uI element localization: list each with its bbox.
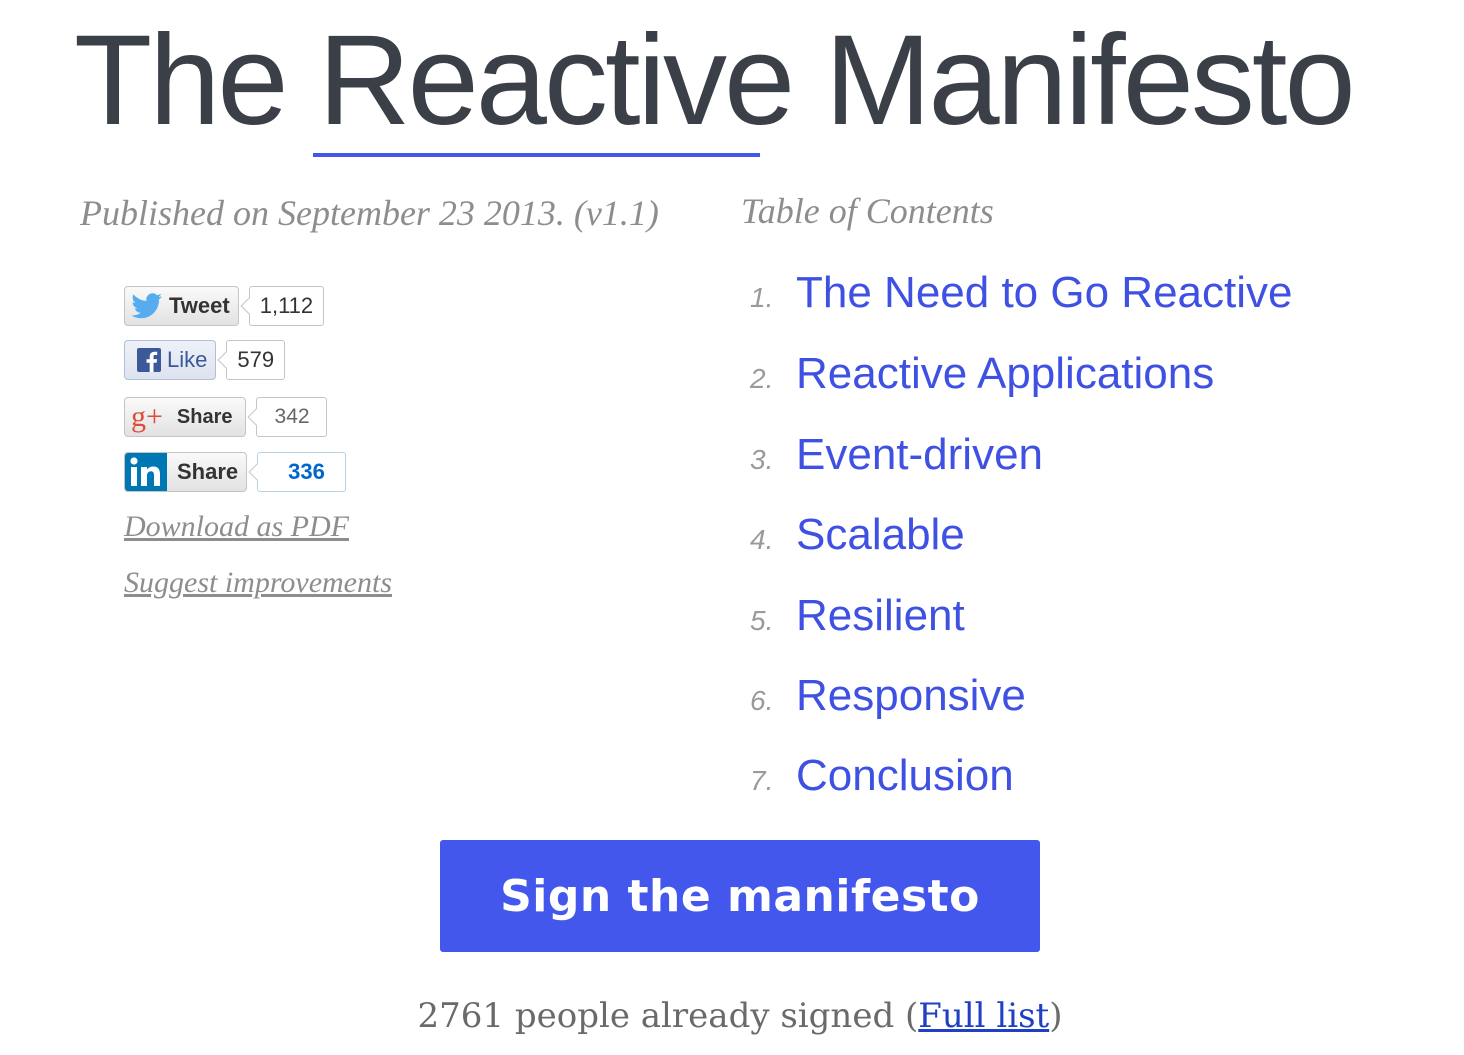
toc-item: 4. Scalable	[750, 510, 965, 570]
google-plus-share-button[interactable]: g+ Share	[124, 397, 246, 437]
title-manifesto: Manifesto	[792, 9, 1356, 152]
published-date: Published on September 23 2013. (v1.1)	[80, 193, 659, 233]
toc-item-number: 2.	[750, 363, 774, 394]
toc-item-number: 7.	[750, 765, 774, 796]
google-plus-count: 342	[255, 397, 327, 437]
toc-item-number: 6.	[750, 685, 774, 716]
toc-link-responsive[interactable]: Responsive	[796, 671, 1026, 720]
toc-item-number: 1.	[750, 282, 774, 313]
facebook-like-button[interactable]: Like	[124, 340, 217, 380]
toc-item: 7. Conclusion	[750, 751, 1014, 811]
signed-count-text: 2761 people already signed (Full list)	[0, 996, 1464, 1036]
tweet-label: Tweet	[169, 293, 230, 318]
title-the: The	[74, 9, 319, 152]
title-reactive: Reactive	[318, 9, 795, 152]
tweet-button[interactable]: Tweet	[124, 286, 239, 326]
page-title: The Reactive Manifesto	[74, 6, 1356, 156]
toc-link-scalable[interactable]: Scalable	[796, 510, 965, 559]
linkedin-count: 336	[257, 452, 346, 492]
full-list-link[interactable]: Full list	[918, 996, 1049, 1036]
google-plus-widget: g+ Share 342	[124, 396, 327, 438]
download-pdf-link[interactable]: Download as PDF	[124, 510, 349, 544]
toc-item-number: 3.	[750, 444, 774, 475]
toc-item: 1. The Need to Go Reactive	[750, 268, 1292, 328]
google-plus-icon: g+	[131, 400, 163, 433]
toc-item: 6. Responsive	[750, 671, 1026, 731]
tweet-count: 1,112	[248, 286, 325, 326]
toc-link-reactive-applications[interactable]: Reactive Applications	[796, 349, 1214, 398]
facebook-icon	[137, 348, 161, 372]
suggest-improvements-link[interactable]: Suggest improvements	[124, 566, 392, 600]
linkedin-share-button[interactable]: Share	[124, 452, 248, 492]
toc-item-number: 4.	[750, 524, 774, 555]
toc-item: 2. Reactive Applications	[750, 349, 1214, 409]
toc-item-number: 5.	[750, 605, 774, 636]
twitter-bird-icon	[131, 293, 163, 319]
facebook-like-label: Like	[167, 347, 208, 372]
facebook-like-widget: Like 579	[124, 339, 286, 381]
toc-link-need-to-go-reactive[interactable]: The Need to Go Reactive	[796, 268, 1292, 317]
sign-manifesto-button[interactable]: Sign the manifesto	[440, 840, 1040, 952]
signed-close-paren: )	[1049, 996, 1063, 1036]
toc-item: 5. Resilient	[750, 591, 965, 651]
linkedin-widget: Share 336	[124, 451, 346, 493]
toc-link-resilient[interactable]: Resilient	[796, 591, 965, 640]
toc-heading: Table of Contents	[741, 191, 994, 231]
signed-count-label: 2761 people already signed (	[417, 996, 919, 1036]
toc-item: 3. Event-driven	[750, 430, 1043, 490]
title-underline	[313, 153, 760, 157]
linkedin-icon	[125, 453, 167, 491]
toc-link-conclusion[interactable]: Conclusion	[796, 751, 1014, 800]
linkedin-share-label: Share	[177, 459, 239, 484]
toc-link-event-driven[interactable]: Event-driven	[796, 430, 1043, 479]
tweet-widget: Tweet 1,112	[124, 285, 325, 327]
google-plus-share-label: Share	[176, 405, 233, 428]
facebook-like-count: 579	[226, 340, 286, 380]
